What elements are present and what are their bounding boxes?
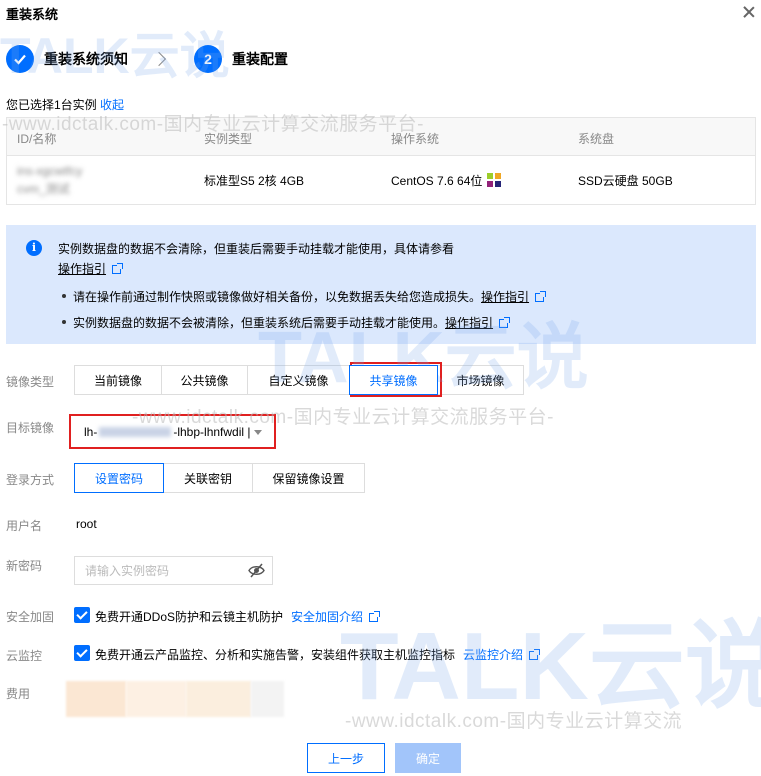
col-header-disk: 系统盘	[578, 132, 615, 146]
security-text: 免费开通DDoS防护和云镜主机防护 安全加固介绍	[95, 608, 381, 625]
monitor-label: 云监控	[6, 649, 43, 663]
instance-type: 标准型S5 2核 4GB	[204, 174, 305, 188]
tab-public-image[interactable]: 公共镜像	[161, 365, 248, 395]
close-icon[interactable]	[742, 5, 756, 19]
instance-os: CentOS 7.6 64位	[391, 172, 501, 189]
step-2-label: 重装配置	[232, 51, 288, 67]
password-label: 新密码	[6, 559, 43, 573]
tab-shared-image[interactable]: 共享镜像	[349, 365, 438, 395]
security-intro-link[interactable]: 安全加固介绍	[291, 610, 363, 624]
notice-line-1-link-wrap: 操作指引	[58, 260, 124, 277]
notice-box: i 实例数据盘的数据不会清除，但重装后需要手动挂载才能使用，具体请参看 操作指引…	[6, 225, 756, 344]
col-header-type: 实例类型	[204, 132, 253, 146]
monitor-checkbox[interactable]	[74, 645, 90, 661]
tab-market-image[interactable]: 市场镜像	[437, 365, 524, 395]
bullet-dot	[62, 294, 66, 298]
login-method-label: 登录方式	[6, 473, 55, 487]
monitor-intro-link[interactable]: 云监控介绍	[463, 648, 523, 662]
eye-off-icon[interactable]	[248, 563, 265, 578]
guide-link-3[interactable]: 操作指引	[445, 316, 493, 330]
selection-text: 您已选择1台实例	[6, 98, 97, 112]
instance-name: cvm_测试	[17, 182, 70, 196]
table-row: ins-xgcwtfcy cvm_测试 标准型S5 2核 4GB CentOS …	[7, 156, 755, 204]
login-method-tabs: 设置密码 关联密钥 保留镜像设置	[74, 463, 365, 493]
security-checkbox[interactable]	[74, 607, 90, 623]
password-input[interactable]	[74, 556, 273, 585]
image-type-tabs: 当前镜像 公共镜像 自定义镜像 共享镜像 市场镜像	[74, 365, 524, 395]
step-2-number: 2	[194, 45, 222, 73]
instance-disk: SSD云硬盘 50GB	[578, 174, 673, 188]
notice-bullet-2: 实例数据盘的数据不会被清除，但重装系统后需要手动挂载才能使用。操作指引	[73, 314, 511, 331]
col-header-id: ID/名称	[17, 132, 57, 146]
selection-info: 您已选择1台实例 收起	[6, 96, 124, 113]
confirm-button[interactable]: 确定	[395, 743, 461, 773]
guide-link-1[interactable]: 操作指引	[58, 262, 106, 276]
external-link-icon	[529, 649, 541, 660]
chevron-right-icon	[151, 51, 167, 67]
instance-id: ins-xgcwtfcy	[17, 164, 83, 178]
prev-button[interactable]: 上一步	[307, 743, 385, 773]
watermark-line: -www.idctalk.com-国内专业云计算交流	[345, 711, 683, 732]
fee-label: 费用	[6, 687, 31, 701]
dialog-title: 重装系统	[6, 7, 59, 22]
instance-table: ID/名称 实例类型 操作系统 系统盘 ins-xgcwtfcy cvm_测试 …	[6, 117, 756, 205]
step-1-label: 重装系统须知	[44, 51, 128, 67]
table-header: ID/名称 实例类型 操作系统 系统盘	[7, 118, 755, 156]
external-link-icon	[535, 291, 547, 302]
step-indicator: 重装系统须知 2 重装配置	[6, 45, 288, 73]
highlight-box	[69, 414, 276, 449]
tab-keep-image-settings[interactable]: 保留镜像设置	[252, 463, 365, 493]
bullet-dot	[62, 320, 66, 324]
collapse-link[interactable]: 收起	[100, 98, 124, 112]
target-image-label: 目标镜像	[6, 421, 55, 435]
centos-logo-icon	[486, 173, 501, 187]
notice-bullet-1: 请在操作前通过制作快照或镜像做好相关备份，以免数据丢失给您造成损失。操作指引	[73, 288, 547, 305]
security-label: 安全加固	[6, 610, 55, 624]
fee-value-blurred	[66, 681, 284, 717]
step-1-check-icon	[6, 45, 34, 73]
tab-link-key[interactable]: 关联密钥	[163, 463, 253, 493]
guide-link-2[interactable]: 操作指引	[481, 290, 529, 304]
username-label: 用户名	[6, 519, 43, 533]
username-value: root	[76, 517, 97, 531]
external-link-icon	[112, 263, 124, 274]
notice-line-1: 实例数据盘的数据不会清除，但重装后需要手动挂载才能使用，具体请参看	[58, 242, 455, 256]
external-link-icon	[369, 611, 381, 622]
tab-current-image[interactable]: 当前镜像	[74, 365, 162, 395]
monitor-text: 免费开通云产品监控、分析和实施告警，安装组件获取主机监控指标 云监控介绍	[95, 646, 541, 663]
tab-set-password[interactable]: 设置密码	[74, 463, 164, 493]
col-header-os: 操作系统	[391, 132, 440, 146]
tab-custom-image[interactable]: 自定义镜像	[247, 365, 350, 395]
info-icon: i	[26, 240, 42, 256]
external-link-icon	[499, 317, 511, 328]
image-type-label: 镜像类型	[6, 375, 55, 389]
